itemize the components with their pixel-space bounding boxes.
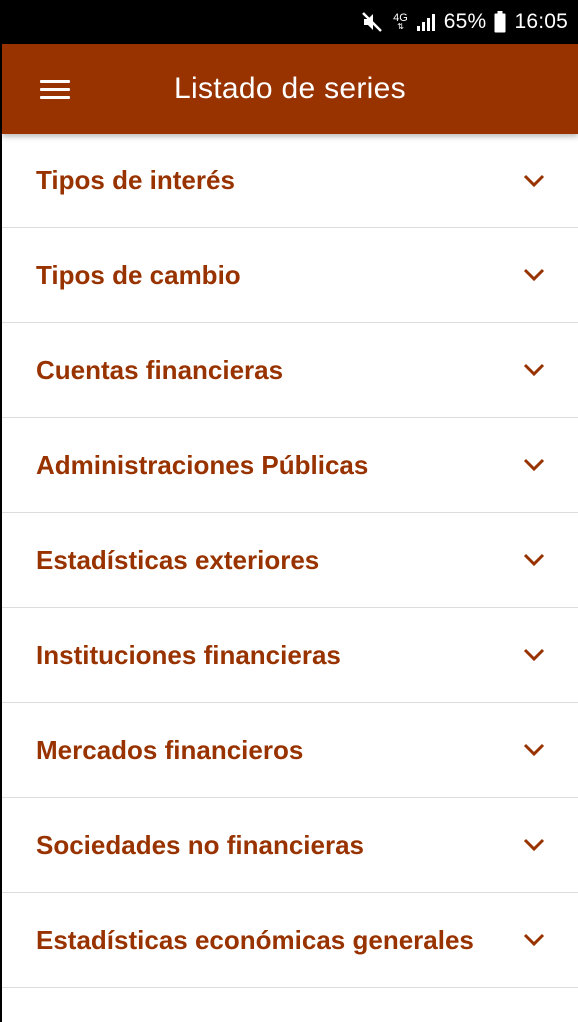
list-item-label: Mercados financieros — [36, 734, 304, 765]
hamburger-menu-icon — [40, 79, 70, 99]
series-list: Tipos de interés Tipos de cambio Cuentas… — [2, 134, 578, 988]
list-item-sociedades-no-financieras[interactable]: Sociedades no financieras — [2, 798, 578, 893]
mute-icon — [361, 11, 385, 33]
list-item-cuentas-financieras[interactable]: Cuentas financieras — [2, 323, 578, 418]
chevron-down-icon[interactable] — [520, 930, 548, 950]
list-item-label: Tipos de interés — [36, 165, 235, 195]
list-item-label: Estadísticas exteriores — [36, 544, 320, 575]
chevron-down-icon[interactable] — [520, 740, 548, 760]
list-item-tipos-de-interes[interactable]: Tipos de interés — [2, 134, 578, 228]
list-item-label: Tipos de cambio — [36, 259, 241, 290]
chevron-down-icon[interactable] — [520, 835, 548, 855]
battery-percent: 65% — [443, 10, 487, 33]
menu-button[interactable] — [26, 60, 84, 118]
chevron-down-icon[interactable] — [520, 265, 548, 285]
list-item-label: Sociedades no financieras — [36, 829, 365, 860]
list-item-tipos-de-cambio[interactable]: Tipos de cambio — [2, 228, 578, 323]
app-bar: Listado de series — [2, 44, 578, 134]
app-screen: 4G ⇅ 65% 16:05 Listado de series Tipos d… — [0, 0, 578, 1022]
list-item-label: Instituciones financieras — [36, 639, 341, 670]
chevron-down-icon[interactable] — [520, 550, 548, 570]
status-bar: 4G ⇅ 65% 16:05 — [2, 0, 578, 44]
chevron-down-icon[interactable] — [520, 455, 548, 475]
list-item-label: Administraciones Públicas — [36, 449, 369, 480]
list-item-instituciones-financieras[interactable]: Instituciones financieras — [2, 608, 578, 703]
clock: 16:05 — [514, 10, 568, 33]
network-type-icon: 4G ⇅ — [393, 12, 408, 31]
page-title: Listado de series — [174, 72, 406, 105]
list-item-administraciones-publicas[interactable]: Administraciones Públicas — [2, 418, 578, 513]
chevron-down-icon[interactable] — [520, 645, 548, 665]
chevron-down-icon[interactable] — [520, 360, 548, 380]
list-item-estadisticas-exteriores[interactable]: Estadísticas exteriores — [2, 513, 578, 608]
battery-icon — [494, 11, 506, 33]
signal-icon — [416, 12, 436, 32]
list-item-label: Estadísticas económicas generales — [36, 924, 474, 955]
chevron-down-icon[interactable] — [520, 171, 548, 191]
list-item-estadisticas-economicas-generales[interactable]: Estadísticas económicas generales — [2, 893, 578, 988]
list-item-label: Cuentas financieras — [36, 354, 284, 385]
list-item-mercados-financieros[interactable]: Mercados financieros — [2, 703, 578, 798]
